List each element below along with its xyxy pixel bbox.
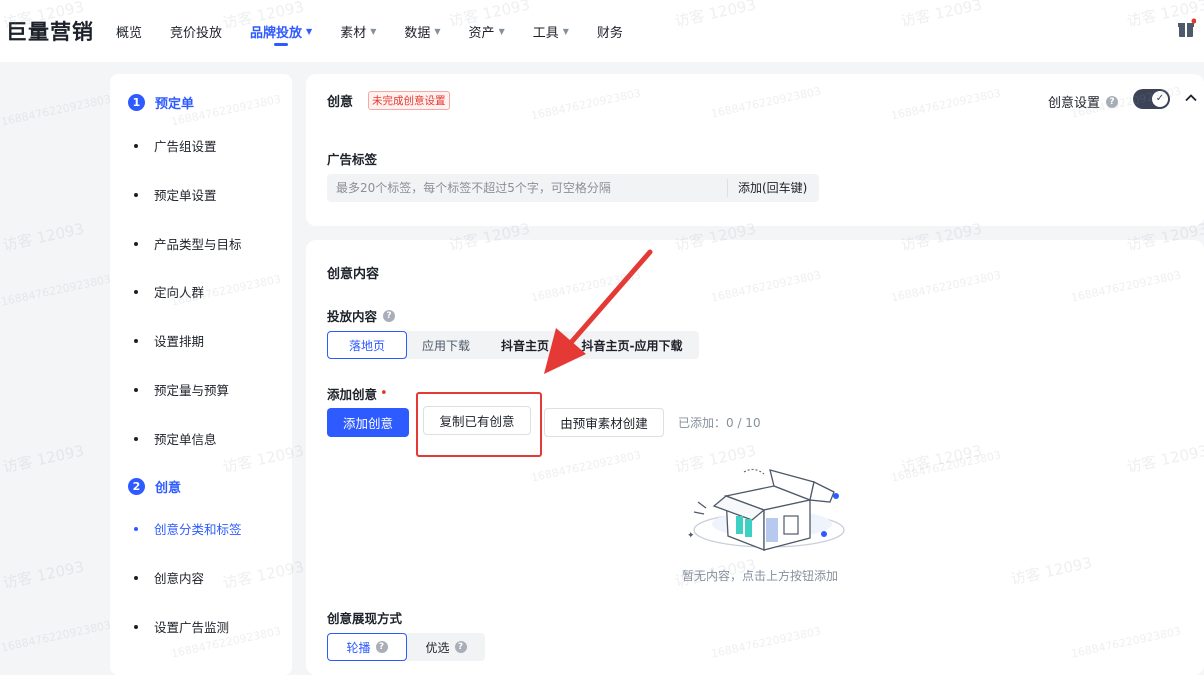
help-icon[interactable]: ? (375, 641, 388, 653)
creative-content-title: 创意内容 (327, 267, 380, 282)
add-creative-label-row: 添加创意 • (327, 384, 388, 403)
add-creative-label: 添加创意 (327, 387, 378, 402)
ad-tags-field: 添加(回车键) (327, 174, 819, 202)
step-item-ad-group[interactable]: 广告组设置 (134, 136, 217, 155)
help-icon[interactable]: ? (1106, 95, 1119, 108)
annotation-highlight-box (416, 392, 542, 457)
bullet (134, 192, 138, 197)
bullet (134, 143, 138, 148)
step-number: 1 (128, 94, 145, 111)
step-item-order-settings[interactable]: 预定单设置 (134, 185, 217, 204)
chevron-down-icon: ▼ (370, 26, 377, 36)
svg-text:✦: ✦ (687, 531, 695, 541)
step-item-ad-monitoring[interactable]: 设置广告监测 (134, 617, 229, 636)
step-title: 预定单 (155, 97, 195, 112)
nav-item-finance[interactable]: 财务 (597, 0, 623, 62)
display-mode-selector: 轮播 ? 优选 ? (327, 633, 485, 661)
top-nav: 巨量营销 概览 竞价投放 品牌投放 ▼ 素材 ▼ 数据 ▼ 资产 ▼ 工具 ▼ 财务 (0, 0, 1204, 62)
help-icon[interactable]: ? (383, 309, 396, 322)
watermark: 16884762209238​03 (0, 618, 113, 655)
chevron-up-icon[interactable] (1184, 91, 1198, 105)
add-creative-button[interactable]: 添加创意 (327, 408, 409, 437)
delivery-option-landing-page[interactable]: 落地页 (327, 331, 407, 359)
nav-item-brand[interactable]: 品牌投放 ▼ (250, 0, 312, 62)
step-2-header[interactable]: 2 创意 (128, 477, 181, 496)
watermark: 16884762209238​03 (0, 272, 113, 309)
bullet (134, 624, 138, 629)
bullet (134, 436, 138, 441)
creative-setting-toggle[interactable]: ✓ (1133, 89, 1170, 109)
watermark: 访客 12093 (1, 557, 86, 593)
step-item-order-info[interactable]: 预定单信息 (134, 429, 217, 448)
step-title: 创意 (155, 481, 182, 496)
step-item-category-tags[interactable]: 创意分类和标签 (134, 519, 242, 538)
step-item-creative-content[interactable]: 创意内容 (134, 568, 204, 587)
watermark: 访客 12093 (1, 219, 86, 255)
delivery-content-label: 投放内容 (327, 309, 378, 324)
step-item-budget[interactable]: 预定量与预算 (134, 380, 229, 399)
help-icon[interactable]: ? (454, 641, 467, 653)
watermark: 访客 12093 (1, 441, 86, 477)
required-mark: • (380, 386, 388, 401)
nav-item-assets[interactable]: 资产 ▼ (469, 0, 505, 62)
delivery-option-app-download[interactable]: 应用下载 (407, 331, 485, 359)
display-option-preferred[interactable]: 优选 ? (407, 633, 485, 661)
gift-icon[interactable] (1178, 18, 1196, 38)
app-logo[interactable]: 巨量营销 (6, 16, 106, 46)
empty-state-text: 暂无内容，点击上方按钮添加 (682, 569, 839, 583)
creative-title: 创意 (327, 95, 354, 110)
delivery-content-label-row: 投放内容 ? (327, 306, 396, 325)
bullet (134, 241, 138, 246)
chevron-down-icon: ▼ (562, 26, 569, 36)
empty-box-illustration: ✦ (687, 468, 845, 551)
annotation-arrow-icon (544, 249, 653, 374)
step-item-targeting[interactable]: 定向人群 (134, 282, 204, 301)
step-number: 2 (128, 478, 145, 495)
added-count: 已添加：0 / 10 (678, 416, 761, 430)
chevron-down-icon: ▼ (306, 26, 313, 36)
step-1-header[interactable]: 1 预定单 (128, 93, 194, 112)
ad-tags-label: 广告标签 (327, 152, 378, 167)
nav-item-data[interactable]: 数据 ▼ (404, 0, 440, 62)
bullet (134, 387, 138, 392)
nav-item-bidding[interactable]: 竞价投放 (170, 0, 222, 62)
add-tag-button[interactable]: 添加(回车键) (727, 179, 807, 197)
creative-setting: 创意设置 ? (1048, 92, 1119, 111)
chevron-down-icon: ▼ (434, 26, 441, 36)
chevron-down-icon: ▼ (498, 26, 505, 36)
nav-item-tools[interactable]: 工具 ▼ (533, 0, 569, 62)
ad-tags-input[interactable] (327, 181, 727, 195)
step-item-schedule[interactable]: 设置排期 (134, 331, 204, 350)
creative-setting-label: 创意设置 (1048, 96, 1101, 111)
bullet (134, 575, 138, 580)
status-badge: 未完成创意设置 (368, 91, 450, 110)
step-item-product-type[interactable]: 产品类型与目标 (134, 234, 242, 253)
display-option-carousel[interactable]: 轮播 ? (327, 633, 407, 661)
bullet (134, 526, 138, 531)
creative-content-card (306, 240, 1204, 675)
check-icon: ✓ (1152, 91, 1168, 107)
display-mode-label: 创意展现方式 (327, 611, 403, 626)
nav-item-material[interactable]: 素材 ▼ (340, 0, 376, 62)
nav-item-overview[interactable]: 概览 (116, 0, 142, 62)
create-from-prereview-button[interactable]: 由预审素材创建 (544, 408, 664, 437)
bullet (134, 338, 138, 343)
bullet (134, 289, 138, 294)
watermark: 16884762209238​03 (0, 92, 113, 129)
